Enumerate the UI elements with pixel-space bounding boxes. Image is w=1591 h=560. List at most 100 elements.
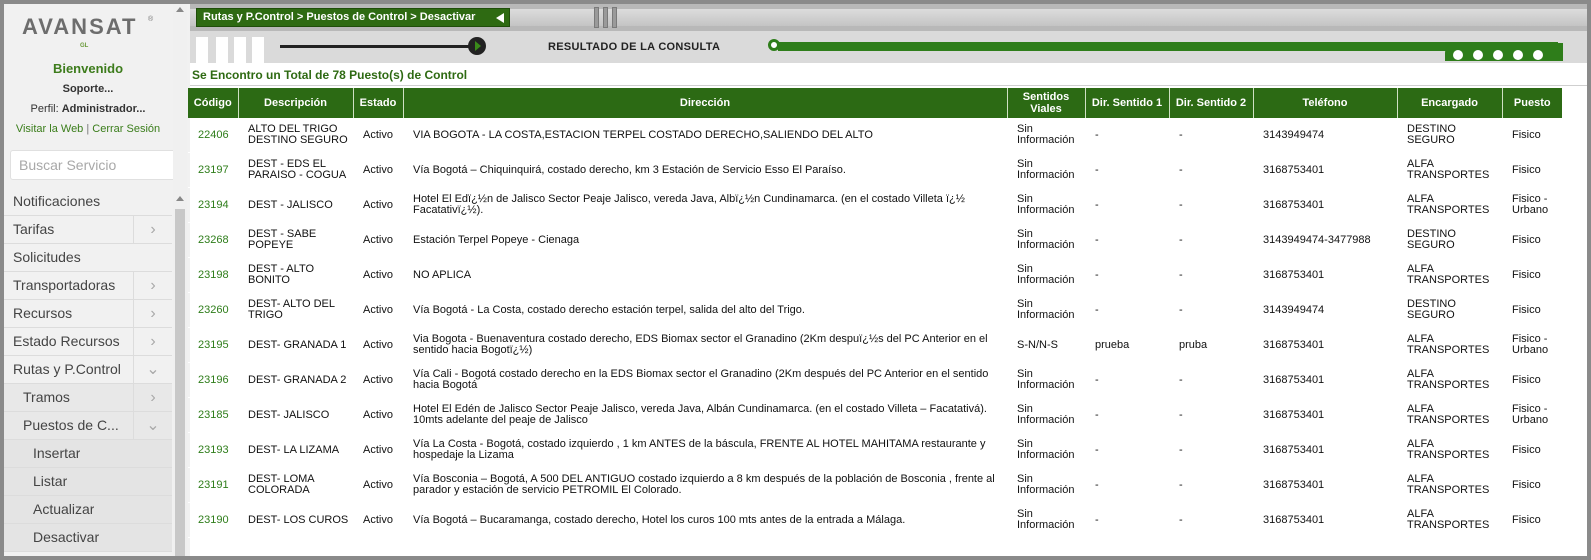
menu-item-tramos[interactable]: Tramos › bbox=[4, 384, 172, 412]
chevron-down-icon[interactable]: ⌄ bbox=[133, 412, 172, 439]
code-cell[interactable]: 23193 bbox=[188, 432, 238, 468]
chevron-right-icon[interactable]: › bbox=[133, 328, 172, 355]
code-cell[interactable]: 23185 bbox=[188, 397, 238, 433]
menu-item-estado-recursos[interactable]: Estado Recursos › bbox=[4, 328, 172, 356]
table-cell: DEST - SABE POPEYE bbox=[238, 222, 353, 258]
logout-link[interactable]: Cerrar Sesión bbox=[92, 123, 160, 135]
table-cell: Fisico - Urbano bbox=[1502, 397, 1562, 433]
table-cell: Fisico - Urbano bbox=[1502, 327, 1562, 363]
table-cell: - bbox=[1085, 362, 1169, 398]
menu-item-label: Insertar bbox=[33, 445, 81, 461]
column-header: Dir. Sentido 2 bbox=[1168, 88, 1253, 118]
pagination-dots[interactable] bbox=[1453, 47, 1553, 65]
results-table: Código Descripción Estado Dirección Sentidos… bbox=[188, 88, 1562, 538]
table-cell: Activo bbox=[353, 327, 403, 363]
table-cell: Activo bbox=[353, 362, 403, 398]
table-row[interactable]: 23198 DEST - ALTO BONITO Activo NO APLICA Si… bbox=[188, 257, 1562, 293]
menu-item-recursos[interactable]: Recursos › bbox=[4, 300, 172, 328]
table-cell: Vía Bogotá - La Costa, costado derecho e… bbox=[403, 292, 1007, 328]
table-cell: Sin Información bbox=[1007, 257, 1085, 293]
table-row[interactable]: 23197 DEST - EDS EL PARAISO - COGUA Activo… bbox=[188, 152, 1562, 188]
column-header: Descripción bbox=[237, 88, 353, 118]
menu-item-insertar[interactable]: Insertar bbox=[4, 440, 172, 468]
code-cell[interactable]: 23195 bbox=[188, 327, 238, 363]
chevron-right-icon[interactable]: › bbox=[133, 272, 172, 299]
table-row[interactable]: 23194 DEST - JALISCO Activo Hotel El Edï¿½n… bbox=[188, 187, 1562, 223]
table-row[interactable]: 23185 DEST- JALISCO Activo Hotel El Edén de… bbox=[188, 397, 1562, 433]
scroll-up-icon[interactable] bbox=[176, 7, 184, 12]
code-cell[interactable]: 22406 bbox=[188, 118, 238, 153]
table-row[interactable]: 23268 DEST - SABE POPEYE Activo Estación Te… bbox=[188, 222, 1562, 258]
table-cell: Vía Bogotá – Bucaramanga, costado derech… bbox=[403, 502, 1007, 538]
menu-item-rutas-pcontrol[interactable]: Rutas y P.Control ⌄ bbox=[4, 356, 172, 384]
code-cell[interactable]: 23191 bbox=[188, 467, 238, 503]
breadcrumb[interactable]: Rutas y P.Control > Puestos de Control >… bbox=[196, 8, 510, 27]
menu-item-actualizar[interactable]: Actualizar bbox=[4, 496, 172, 524]
table-row[interactable]: 23196 DEST- GRANADA 2 Activo Vía Cali - Bog… bbox=[188, 362, 1562, 398]
green-progress-line bbox=[778, 42, 1558, 51]
code-cell[interactable]: 23260 bbox=[188, 292, 238, 328]
menu-item-puestos-control[interactable]: Puestos de C... ⌄ bbox=[4, 412, 172, 440]
table-cell: - bbox=[1085, 152, 1169, 188]
table-cell: ALTO DEL TRIGO DESTINO SEGURO bbox=[238, 118, 353, 153]
play-arrow-icon[interactable] bbox=[468, 37, 486, 55]
table-cell: NO APLICA bbox=[403, 257, 1007, 293]
table-cell: - bbox=[1169, 467, 1253, 503]
result-header: RESULTADO DE LA CONSULTA bbox=[190, 31, 1587, 63]
logo-text: AVANSAT bbox=[22, 14, 138, 39]
table-cell: - bbox=[1085, 502, 1169, 538]
visit-web-link[interactable]: Visitar la Web bbox=[16, 123, 83, 135]
scroll-up-icon[interactable] bbox=[176, 196, 184, 201]
code-cell[interactable]: 23198 bbox=[188, 257, 238, 293]
table-cell: ALFA TRANSPORTES bbox=[1397, 397, 1502, 433]
menu-item-label: Tarifas bbox=[13, 221, 55, 237]
chevron-right-icon[interactable]: › bbox=[133, 384, 172, 411]
code-cell[interactable]: 23190 bbox=[188, 502, 238, 538]
sidebar-scrollbar[interactable] bbox=[173, 4, 187, 556]
table-cell: Fisico bbox=[1502, 467, 1562, 503]
menu-item-transportadoras[interactable]: Transportadoras › bbox=[4, 272, 172, 300]
table-row[interactable]: 22406 ALTO DEL TRIGO DESTINO SEGURO Activo… bbox=[188, 118, 1562, 153]
table-header-row: Código Descripción Estado Dirección Sentidos… bbox=[188, 88, 1562, 118]
table-cell: - bbox=[1085, 292, 1169, 328]
code-cell[interactable]: 23194 bbox=[188, 187, 238, 223]
profile-label: Perfil: bbox=[30, 103, 59, 115]
chevron-right-icon[interactable]: › bbox=[133, 300, 172, 327]
collapse-arrow-icon[interactable] bbox=[496, 13, 504, 23]
table-cell: Activo bbox=[353, 502, 403, 538]
menu-item-notificaciones[interactable]: Notificaciones bbox=[4, 188, 172, 216]
table-cell: 3168753401 bbox=[1253, 327, 1397, 363]
table-cell: ALFA TRANSPORTES bbox=[1397, 257, 1502, 293]
table-row[interactable]: 23260 DEST- ALTO DEL TRIGO Activo Vía Bogot… bbox=[188, 292, 1562, 328]
code-cell[interactable]: 23268 bbox=[188, 222, 238, 258]
divider bbox=[190, 85, 1587, 86]
table-cell: 3168753401 bbox=[1253, 187, 1397, 223]
menu-item-label: Solicitudes bbox=[13, 249, 81, 265]
table-row[interactable]: 23190 DEST- LOS CUROS Activo Vía Bogotá – B… bbox=[188, 502, 1562, 538]
table-cell: DESTINO SEGURO bbox=[1397, 118, 1502, 153]
table-cell: 3168753401 bbox=[1253, 397, 1397, 433]
table-cell: Activo bbox=[353, 118, 403, 153]
search-service-input[interactable] bbox=[10, 150, 176, 180]
table-cell: ALFA TRANSPORTES bbox=[1397, 362, 1502, 398]
menu-item-label: Notificaciones bbox=[13, 193, 101, 209]
code-cell[interactable]: 23197 bbox=[188, 152, 238, 188]
table-cell: - bbox=[1169, 152, 1253, 188]
menu-item-solicitudes[interactable]: Solicitudes bbox=[4, 244, 172, 272]
sidebar-menu: Notificaciones Tarifas › Solicitudes Tran… bbox=[4, 188, 172, 552]
chevron-right-icon[interactable]: › bbox=[133, 216, 172, 243]
table-cell: Activo bbox=[353, 292, 403, 328]
table-row[interactable]: 23191 DEST- LOMA COLORADA Activo Vía Boscon… bbox=[188, 467, 1562, 503]
table-row[interactable]: 23193 DEST- LA LIZAMA Activo Vía La Costa -… bbox=[188, 432, 1562, 468]
table-row[interactable]: 23195 DEST- GRANADA 1 Activo Via Bogota - B… bbox=[188, 327, 1562, 363]
menu-item-listar[interactable]: Listar bbox=[4, 468, 172, 496]
table-cell: - bbox=[1085, 432, 1169, 468]
menu-item-desactivar[interactable]: Desactivar bbox=[4, 524, 172, 552]
menu-item-tarifas[interactable]: Tarifas › bbox=[4, 216, 172, 244]
table-cell: Sin Información bbox=[1007, 118, 1085, 153]
table-cell: - bbox=[1085, 257, 1169, 293]
chevron-down-icon[interactable]: ⌄ bbox=[133, 356, 172, 383]
scrollbar-thumb[interactable] bbox=[175, 209, 185, 556]
code-cell[interactable]: 23196 bbox=[188, 362, 238, 398]
table-cell: 3168753401 bbox=[1253, 502, 1397, 538]
